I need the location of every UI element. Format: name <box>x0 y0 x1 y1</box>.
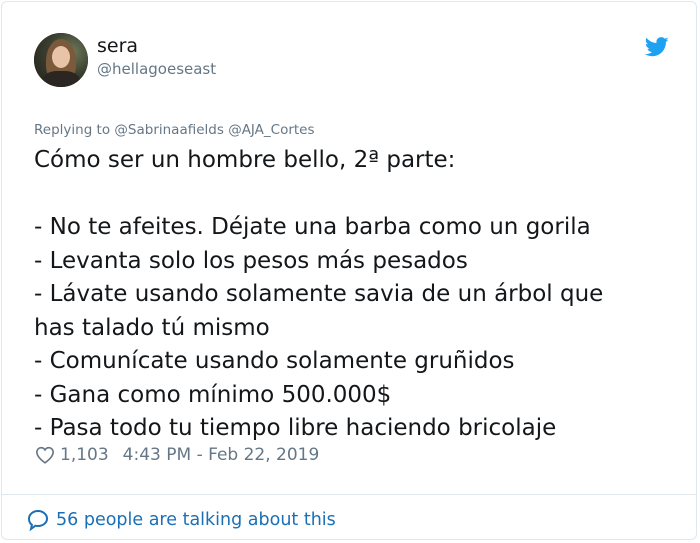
author-name[interactable]: sera <box>97 35 138 57</box>
tweet-line: - Comunícate usando solamente gruñidos <box>34 348 515 374</box>
divider <box>2 494 696 495</box>
author-handle[interactable]: @hellagoeseast <box>97 60 216 78</box>
tweet-meta: 1,103 4:43 PM - Feb 22, 2019 <box>35 445 319 465</box>
mention-link[interactable]: @Sabrinaafields <box>114 122 223 138</box>
tweet-line: - Pasa todo tu tiempo libre haciendo bri… <box>34 415 557 441</box>
tweet-line: has talado tú mismo <box>34 314 270 341</box>
tweet-line: - Lávate usando solamente savia de un ár… <box>34 281 604 307</box>
tweet-line: - Levanta solo los pesos más pesados <box>34 247 468 274</box>
tweet-title: Cómo ser un hombre bello, 2ª parte: <box>34 147 456 173</box>
twitter-bird-icon[interactable] <box>645 37 669 57</box>
mention-link[interactable]: @AJA_Cortes <box>228 122 314 138</box>
tweet-card: sera @hellagoeseast Replying to @Sabrina… <box>1 1 697 540</box>
speech-bubble-icon <box>27 509 49 532</box>
like-count[interactable]: 1,103 <box>60 445 109 465</box>
tweet-line: - No te afeites. Déjate una barba como u… <box>34 214 591 240</box>
avatar[interactable] <box>34 33 88 87</box>
talking-text[interactable]: 56 people are talking about this <box>56 510 336 530</box>
tweet-line: - Gana como mínimo 500.000$ <box>34 381 392 408</box>
heart-icon[interactable] <box>35 446 55 464</box>
talking-link[interactable]: 56 people are talking about this <box>26 508 336 532</box>
tweet-text: Cómo ser un hombre bello, 2ª parte: - No… <box>34 144 674 446</box>
replying-to: Replying to @Sabrinaafields @AJA_Cortes <box>34 122 315 138</box>
timestamp[interactable]: 4:43 PM - Feb 22, 2019 <box>123 445 320 465</box>
replying-prefix: Replying to <box>34 122 111 138</box>
